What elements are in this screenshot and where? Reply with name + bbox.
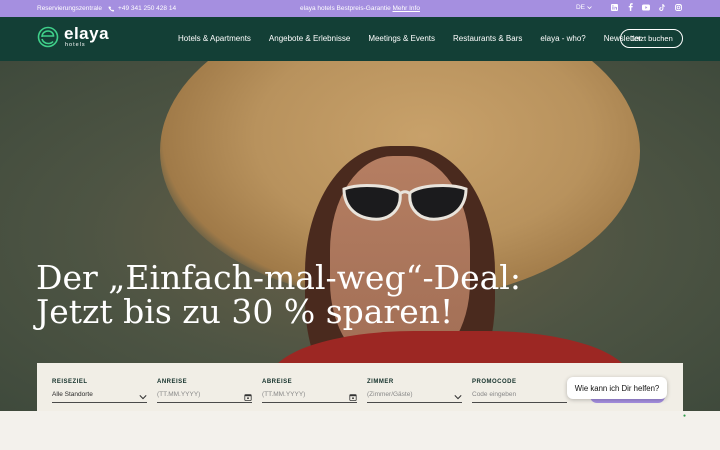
calendar-icon xyxy=(244,394,252,401)
nav-item-about[interactable]: elaya - who? xyxy=(540,34,585,43)
promo-field[interactable]: PROMOCODE Code eingeben xyxy=(472,379,567,403)
topbar-right: DE xyxy=(576,3,682,11)
chevron-down-icon xyxy=(139,395,147,400)
logo-wordmark: elaya xyxy=(64,24,110,43)
linkedin-icon[interactable] xyxy=(610,3,618,11)
more-info-link[interactable]: Mehr Info xyxy=(393,5,420,12)
chevron-down-icon xyxy=(587,5,592,9)
destination-label: REISEZIEL xyxy=(52,379,88,385)
nav-menu: Hotels & Apartments Angebote & Erlebniss… xyxy=(178,34,642,43)
youtube-icon[interactable] xyxy=(642,3,650,11)
nav-item-offers[interactable]: Angebote & Erlebnisse xyxy=(269,34,350,43)
hero-image-sunglasses xyxy=(342,184,468,221)
chat-indicator-icon[interactable]: ● xyxy=(683,413,686,419)
departure-field[interactable]: ABREISE (TT.MM.YYYY) xyxy=(262,379,357,403)
elaya-logo[interactable]: elaya hotels xyxy=(37,24,110,48)
hero-banner: Der „Einfach-mal-weg“-Deal: Jetzt bis zu… xyxy=(0,61,720,411)
hero-headline-line2: Jetzt bis zu 30 % sparen! xyxy=(36,292,454,331)
elaya-logo-icon xyxy=(37,26,59,48)
destination-field[interactable]: REISEZIEL Alle Standorte xyxy=(52,379,147,403)
destination-select[interactable]: Alle Standorte xyxy=(52,391,147,403)
top-bar: Reservierungszentrale +49 341 250 428 14… xyxy=(0,0,720,17)
nav-item-meetings[interactable]: Meetings & Events xyxy=(368,34,435,43)
promo-label: PROMOCODE xyxy=(472,379,517,385)
facebook-icon[interactable] xyxy=(626,3,634,11)
arrival-input[interactable]: (TT.MM.YYYY) xyxy=(157,391,252,403)
page-below-fold xyxy=(0,411,720,450)
book-now-button[interactable]: Jetzt buchen xyxy=(620,29,683,48)
hero-headline: Der „Einfach-mal-weg“-Deal: Jetzt bis zu… xyxy=(36,261,596,329)
tiktok-icon[interactable] xyxy=(658,3,666,11)
promo-placeholder: Code eingeben xyxy=(472,391,517,398)
rooms-select[interactable]: (Zimmer/Gäste) xyxy=(367,391,462,403)
calendar-icon xyxy=(349,394,357,401)
language-label: DE xyxy=(575,3,585,11)
language-selector[interactable]: DE xyxy=(576,4,592,11)
departure-label: ABREISE xyxy=(262,379,293,385)
guarantee-text: elaya hotels Bestpreis-Garantie xyxy=(300,5,391,12)
departure-placeholder: (TT.MM.YYYY) xyxy=(262,391,306,398)
nav-item-hotels[interactable]: Hotels & Apartments xyxy=(178,34,251,43)
arrival-label: ANREISE xyxy=(157,379,188,385)
rooms-field[interactable]: ZIMMER (Zimmer/Gäste) xyxy=(367,379,462,403)
instagram-icon[interactable] xyxy=(674,3,682,11)
destination-value: Alle Standorte xyxy=(52,391,93,398)
arrival-placeholder: (TT.MM.YYYY) xyxy=(157,391,201,398)
chevron-down-icon xyxy=(454,395,462,400)
nav-item-restaurants[interactable]: Restaurants & Bars xyxy=(453,34,522,43)
rooms-label: ZIMMER xyxy=(367,379,394,385)
arrival-field[interactable]: ANREISE (TT.MM.YYYY) xyxy=(157,379,252,403)
rooms-placeholder: (Zimmer/Gäste) xyxy=(367,391,413,398)
main-navigation: elaya hotels Hotels & Apartments Angebot… xyxy=(0,17,720,61)
promo-input[interactable]: Code eingeben xyxy=(472,391,567,403)
departure-input[interactable]: (TT.MM.YYYY) xyxy=(262,391,357,403)
chat-bubble[interactable]: Wie kann ich Dir helfen? xyxy=(567,377,667,399)
